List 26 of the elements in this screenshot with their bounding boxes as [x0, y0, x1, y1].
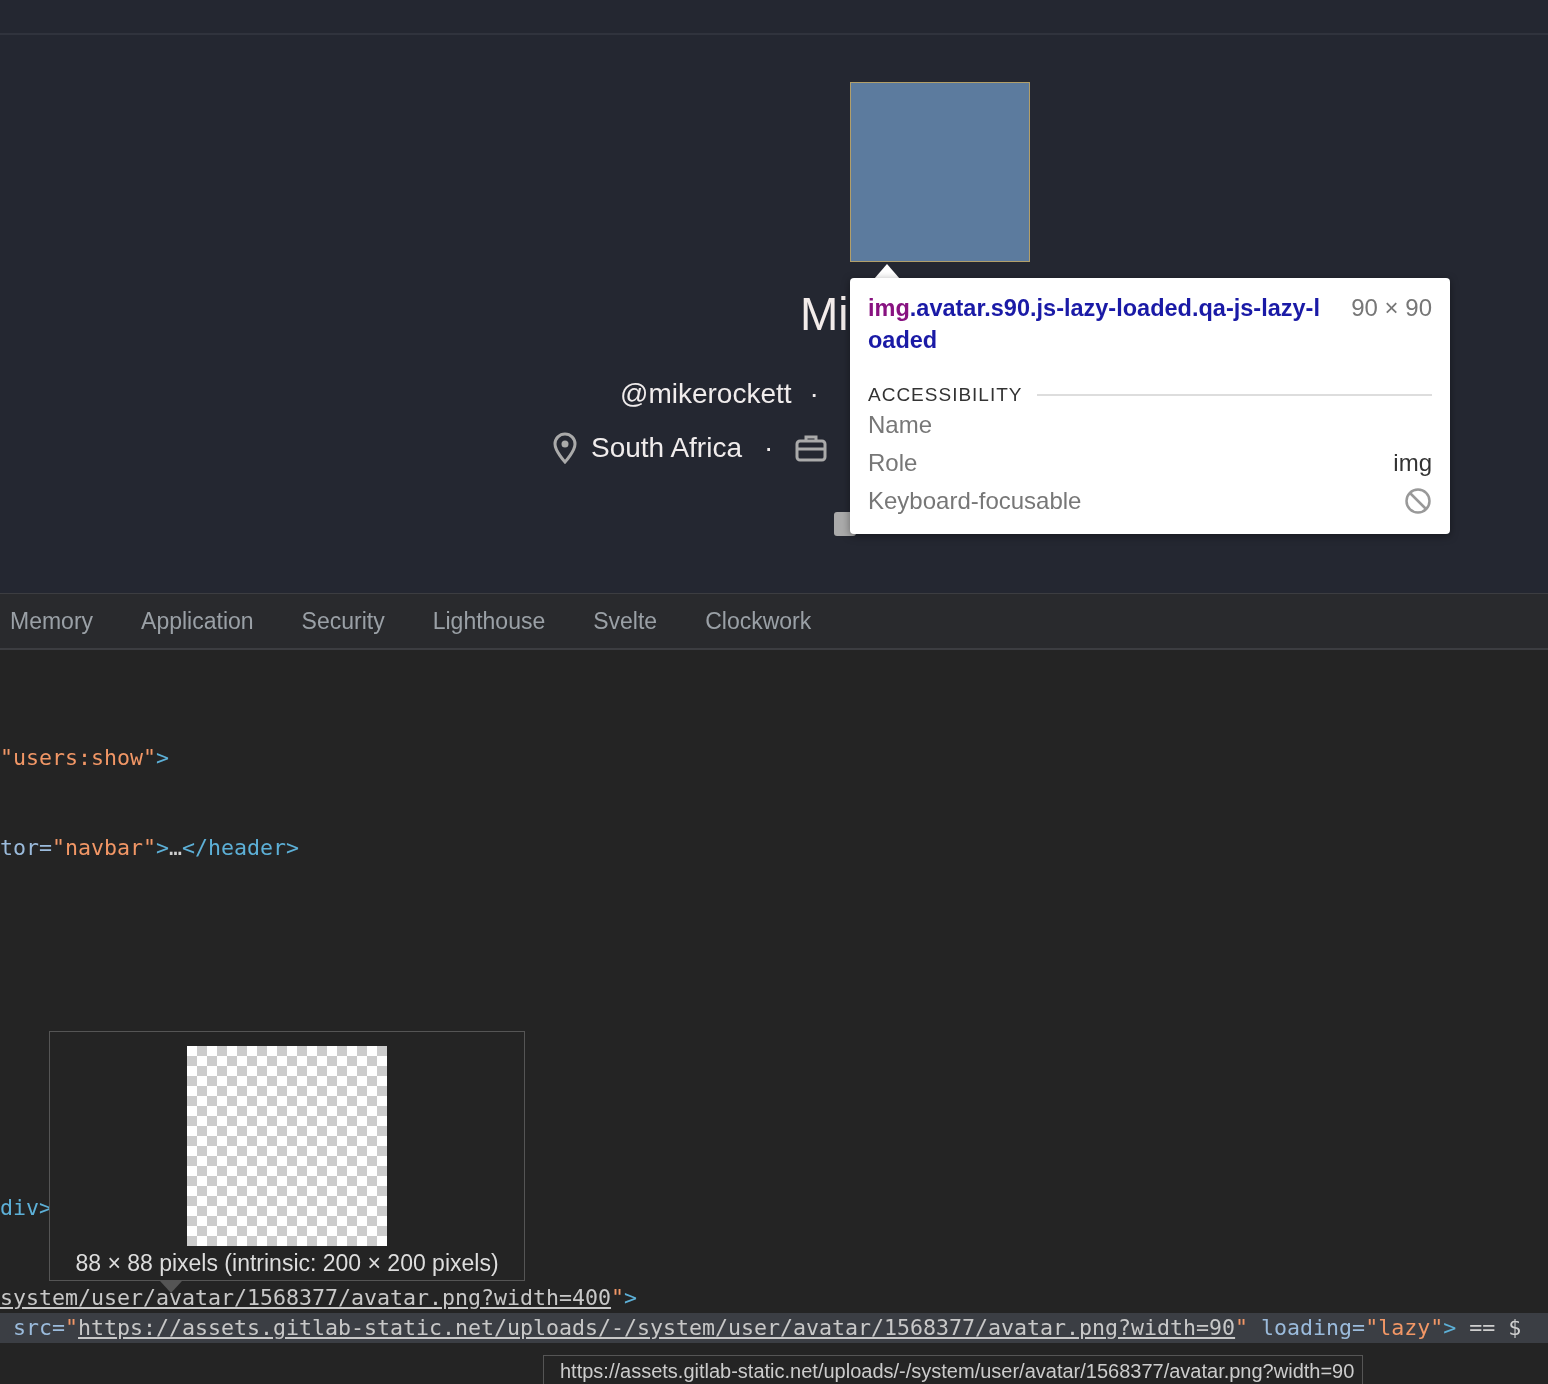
url-tooltip: https://assets.gitlab-static.net/uploads/-/system/user/avatar/1568377/avatar.png?width=90: [543, 1355, 1364, 1384]
devtools-tab[interactable]: Svelte: [593, 607, 658, 635]
location-pin-icon: [553, 432, 577, 464]
location: South Africa: [591, 432, 742, 464]
code-line[interactable]: "users:show">: [0, 743, 1548, 773]
property-label: Role: [868, 449, 918, 477]
element-size: 90 × 90: [1351, 293, 1432, 323]
profile-name: Mi: [800, 288, 849, 340]
briefcase-icon: [795, 434, 828, 462]
devtools-tab[interactable]: Security: [301, 607, 385, 635]
code-line[interactable]: tor="navbar">…</header>: [0, 833, 1548, 863]
separator-dot: ·: [809, 378, 819, 410]
property-value: img: [1393, 449, 1432, 477]
property-label: Keyboard-focusable: [868, 487, 1082, 515]
devtools-tab[interactable]: Memory: [10, 607, 94, 635]
devtools-tab[interactable]: Application: [141, 607, 254, 635]
property-label: Name: [868, 411, 933, 439]
section-title: ACCESSIBILITY: [868, 384, 1023, 406]
devtools-tab[interactable]: Clockwork: [705, 607, 812, 635]
separator-dot: ·: [764, 432, 774, 464]
element-selector: img.avatar.s90.js-lazy-loaded.qa-js-lazy-loaded: [868, 294, 1320, 355]
username: @mikerockett: [620, 378, 792, 410]
code-line[interactable]: div>: [0, 1193, 1548, 1223]
image-dimensions: 88 × 88 pixels (intrinsic: 200 × 200 pixels): [75, 1250, 499, 1277]
code-line[interactable]: system/user/avatar/1568377/avatar.png?width=400">: [0, 1283, 1548, 1313]
devtools-tab[interactable]: Lighthouse: [432, 607, 546, 635]
